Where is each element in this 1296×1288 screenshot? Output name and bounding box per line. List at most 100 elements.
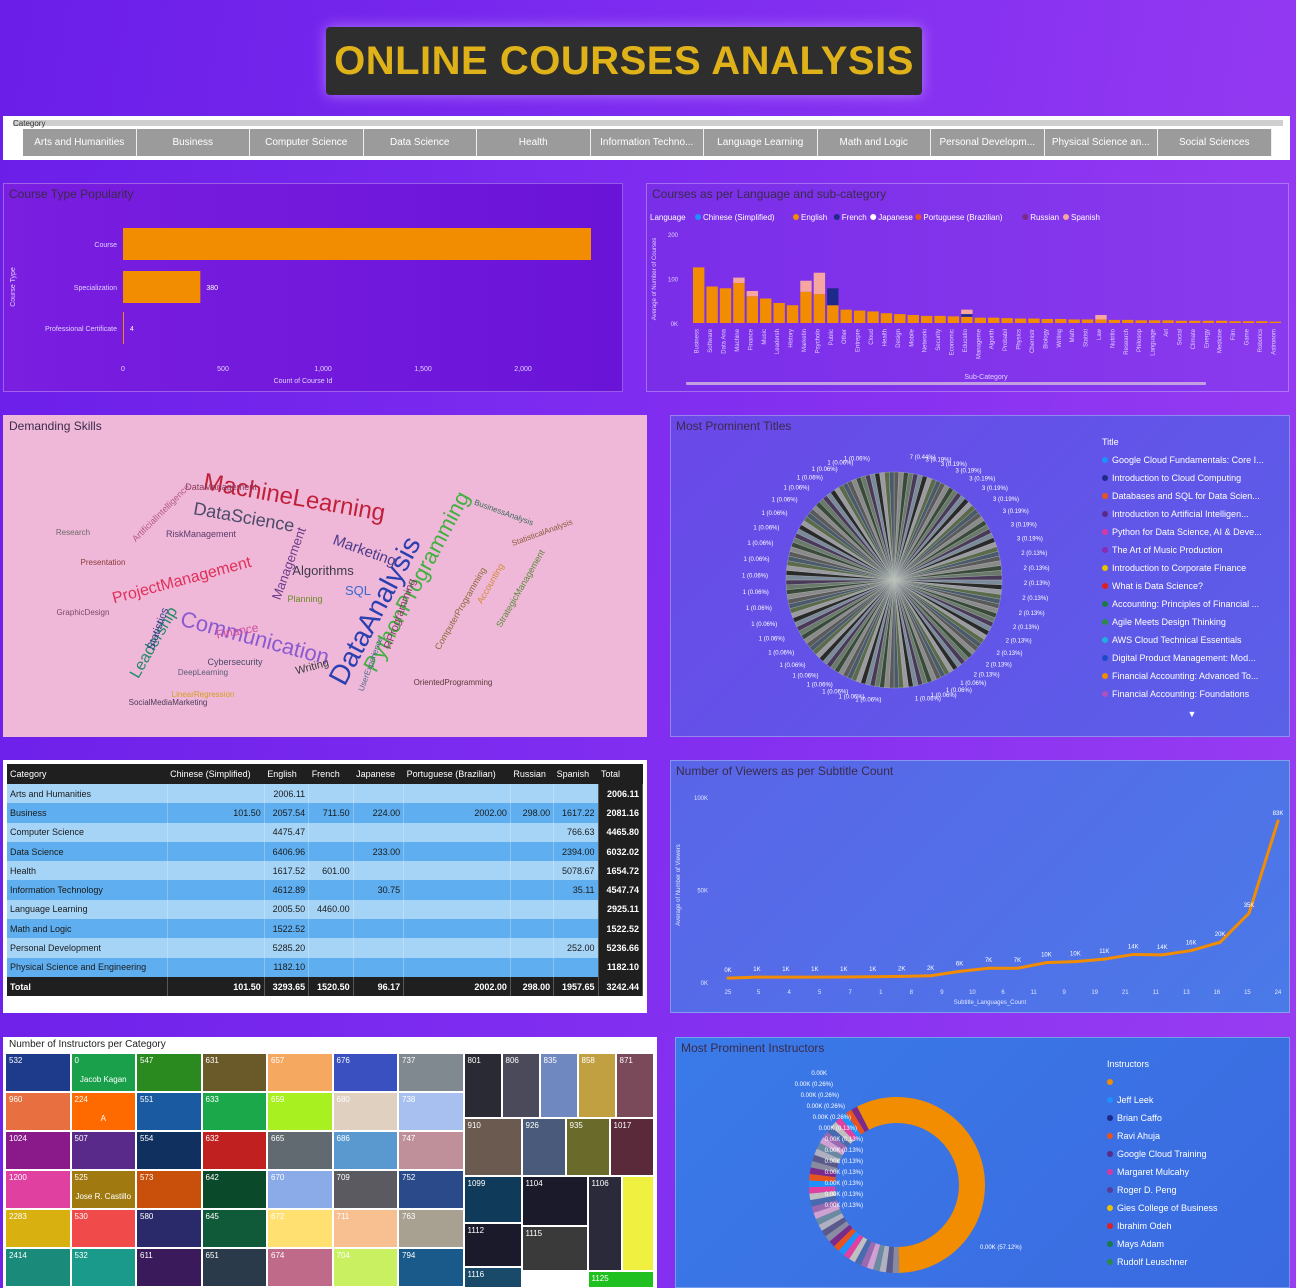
instructors-legend-item[interactable]: Jeff Leek — [1107, 1091, 1287, 1109]
treemap-cell[interactable]: 806 — [501, 1053, 540, 1118]
instructors-legend-item[interactable]: Mays Adam — [1107, 1235, 1287, 1253]
treemap-cell[interactable]: 1017 — [609, 1118, 654, 1176]
treemap-cell[interactable]: 642 — [201, 1170, 267, 1209]
treemap-cell[interactable]: 547 — [136, 1053, 202, 1092]
treemap-cell[interactable]: 747 — [398, 1131, 464, 1170]
treemap-cell[interactable]: 1112 — [463, 1223, 522, 1267]
treemap-cell[interactable]: 659 — [267, 1092, 333, 1131]
treemap-cell[interactable]: 910 — [463, 1118, 522, 1176]
titles-legend-item[interactable]: Google Cloud Fundamentals: Core I... — [1102, 451, 1282, 469]
treemap-cell[interactable]: 0 Jacob Kagan — [70, 1053, 136, 1092]
table-header-cell[interactable]: Chinese (Simplified) — [167, 764, 265, 784]
treemap-cell[interactable]: 507 — [70, 1131, 136, 1170]
treemap-cell[interactable]: 737 — [398, 1053, 464, 1092]
treemap-cell[interactable]: 1099 — [463, 1176, 522, 1223]
treemap-cell[interactable]: 551 — [136, 1092, 202, 1131]
treemap-cell[interactable]: 530 — [70, 1209, 136, 1248]
treemap-cell[interactable]: 674 — [267, 1248, 333, 1287]
treemap-cell[interactable]: 580 — [136, 1209, 202, 1248]
treemap-cell[interactable]: 794 — [398, 1248, 464, 1287]
titles-legend-item[interactable]: Financial Accounting: Advanced To... — [1102, 667, 1282, 685]
titles-legend-item[interactable]: The Art of Music Production — [1102, 541, 1282, 559]
treemap-cell[interactable]: 835 — [539, 1053, 578, 1118]
treemap-cell[interactable] — [621, 1176, 654, 1271]
titles-legend-item[interactable]: Agile Meets Design Thinking — [1102, 613, 1282, 631]
treemap-cell[interactable]: 711 — [332, 1209, 398, 1248]
slicer-option-6[interactable]: Language Learning — [704, 129, 818, 156]
treemap-cell[interactable]: 1116 — [463, 1267, 522, 1288]
treemap-cell[interactable]: 1125 — [587, 1271, 654, 1288]
treemap-cell[interactable]: 704 — [332, 1248, 398, 1287]
treemap-cell[interactable]: 1104 — [521, 1176, 588, 1226]
treemap-cell[interactable]: 709 — [332, 1170, 398, 1209]
treemap-cell[interactable]: 665 — [267, 1131, 333, 1170]
slicer-option-8[interactable]: Personal Developm... — [931, 129, 1045, 156]
treemap-cell[interactable]: 631 — [201, 1053, 267, 1092]
treemap-cell[interactable]: 1115 — [521, 1226, 588, 1271]
table-header-cell[interactable]: Total — [598, 764, 643, 784]
treemap-cell[interactable]: 632 — [201, 1131, 267, 1170]
treemap-cell[interactable]: 676 — [332, 1053, 398, 1092]
slicer-option-2[interactable]: Computer Science — [250, 129, 364, 156]
slicer-option-0[interactable]: Arts and Humanities — [23, 129, 137, 156]
treemap-cell[interactable]: 686 — [332, 1131, 398, 1170]
treemap-cell[interactable]: 926 — [521, 1118, 566, 1176]
table-header-cell[interactable]: Spanish — [553, 764, 599, 784]
treemap-cell[interactable]: 1024 — [5, 1131, 71, 1170]
titles-legend-item[interactable]: Introduction to Cloud Computing — [1102, 469, 1282, 487]
table-header-cell[interactable]: Portuguese (Brazilian) — [403, 764, 511, 784]
treemap-cell[interactable]: 651 — [201, 1248, 267, 1287]
treemap-cell[interactable]: 871 — [615, 1053, 654, 1118]
slicer-option-9[interactable]: Physical Science an... — [1044, 129, 1158, 156]
treemap-cell[interactable]: 1200 — [5, 1170, 71, 1209]
treemap-cell[interactable]: 645 — [201, 1209, 267, 1248]
instructors-legend-item[interactable]: Ravi Ahuja — [1107, 1127, 1287, 1145]
treemap-cell[interactable]: 633 — [201, 1092, 267, 1131]
treemap-cell[interactable]: 670 — [267, 1170, 333, 1209]
treemap-cell[interactable]: 935 — [565, 1118, 610, 1176]
treemap-cell[interactable]: 224 A — [70, 1092, 136, 1131]
titles-legend-item[interactable]: Introduction to Corporate Finance — [1102, 559, 1282, 577]
treemap-cell[interactable]: 858 — [577, 1053, 616, 1118]
treemap-cell[interactable]: 532 — [70, 1248, 136, 1287]
titles-legend-item[interactable]: AWS Cloud Technical Essentials — [1102, 631, 1282, 649]
titles-legend-item[interactable]: Databases and SQL for Data Scien... — [1102, 487, 1282, 505]
treemap-cell[interactable]: 573 — [136, 1170, 202, 1209]
slicer-option-10[interactable]: Social Sciences — [1158, 129, 1272, 156]
table-header-cell[interactable]: Category — [7, 764, 168, 784]
slicer-option-5[interactable]: Information Techno... — [590, 129, 704, 156]
titles-legend-item[interactable]: Accounting: Principles of Financial ... — [1102, 595, 1282, 613]
titles-legend-item[interactable]: Python for Data Science, AI & Deve... — [1102, 523, 1282, 541]
treemap-cell[interactable]: 611 — [136, 1248, 202, 1287]
table-header-cell[interactable]: Russian — [510, 764, 554, 784]
treemap-cell[interactable]: 554 — [136, 1131, 202, 1170]
table-header-cell[interactable]: French — [308, 764, 354, 784]
titles-legend-item[interactable]: Financial Accounting: Foundations — [1102, 685, 1282, 703]
instructors-legend-item[interactable]: Google Cloud Training — [1107, 1145, 1287, 1163]
slicer-option-1[interactable]: Business — [136, 129, 250, 156]
treemap-cell[interactable]: 532 — [5, 1053, 71, 1092]
treemap-cell[interactable]: 680 — [332, 1092, 398, 1131]
table-header-cell[interactable]: Japanese — [353, 764, 404, 784]
slicer-option-3[interactable]: Data Science — [363, 129, 477, 156]
titles-legend-item[interactable]: Introduction to Artificial Intelligen... — [1102, 505, 1282, 523]
instructors-legend-item[interactable] — [1107, 1073, 1287, 1091]
treemap-cell[interactable]: 525 Jose R. Castillo — [70, 1170, 136, 1209]
instructors-legend-item[interactable]: Roger D. Peng — [1107, 1181, 1287, 1199]
treemap-cell[interactable]: 738 — [398, 1092, 464, 1131]
treemap-cell[interactable]: 801 — [463, 1053, 502, 1118]
treemap-cell[interactable]: 1106 — [587, 1176, 622, 1271]
instructors-legend-item[interactable]: Gies College of Business — [1107, 1199, 1287, 1217]
treemap-cell[interactable]: 960 — [5, 1092, 71, 1131]
slicer-option-4[interactable]: Health — [477, 129, 591, 156]
treemap-cell[interactable]: 2414 — [5, 1248, 71, 1287]
table-header-cell[interactable]: English — [264, 764, 309, 784]
treemap-cell[interactable]: 672 — [267, 1209, 333, 1248]
instructors-legend-item[interactable]: Brian Caffo — [1107, 1109, 1287, 1127]
treemap-cell[interactable]: 2283 — [5, 1209, 71, 1248]
slicer-option-7[interactable]: Math and Logic — [817, 129, 931, 156]
instructors-legend-item[interactable]: Margaret Mulcahy — [1107, 1163, 1287, 1181]
chevron-down-icon[interactable]: ▼ — [1102, 709, 1282, 719]
treemap-cell[interactable]: 657 — [267, 1053, 333, 1092]
instructors-legend-item[interactable]: Ibrahim Odeh — [1107, 1217, 1287, 1235]
